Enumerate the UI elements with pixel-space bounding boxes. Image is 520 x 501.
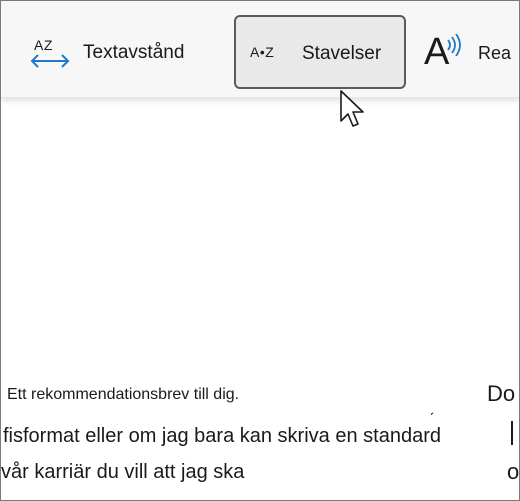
text-spacing-label: Textavstånd [83, 42, 185, 63]
text-spacing-icon: AZ [29, 33, 71, 73]
mouse-pointer-icon [340, 90, 364, 127]
syllables-button[interactable]: A•Z Stavelser [234, 15, 406, 89]
document-accent-mark: ˏ [429, 399, 435, 416]
document-text-line-2: fisformat eller om jag bara kan skriva e… [3, 425, 441, 447]
reader-toolbar: AZ Textavstånd A•Z Stavelser A Rea [1, 1, 519, 98]
text-spacing-icon-letters: AZ [34, 37, 53, 53]
read-aloud-label: Rea [478, 42, 512, 63]
document-right-fragment: Do [487, 381, 516, 406]
syllables-icon: A•Z [250, 44, 275, 60]
text-spacing-button[interactable]: AZ Textavstånd [29, 33, 184, 73]
document-text-line-3: vår karriär du vill att jag ska [1, 461, 245, 483]
immersive-reader-window: AZ Textavstånd A•Z Stavelser A Rea Ett r… [0, 0, 520, 501]
document-right-divider [511, 421, 513, 445]
syllables-label: Stavelser [302, 43, 382, 64]
document-right-fragment-bottom: o [507, 459, 520, 484]
read-aloud-icon: A [424, 31, 464, 75]
document-text-line-1: Ett rekommendationsbrev till dig. [7, 386, 240, 403]
read-aloud-button[interactable]: A Rea [424, 31, 511, 75]
double-arrow-icon [30, 54, 70, 68]
sound-waves-icon [447, 34, 461, 56]
